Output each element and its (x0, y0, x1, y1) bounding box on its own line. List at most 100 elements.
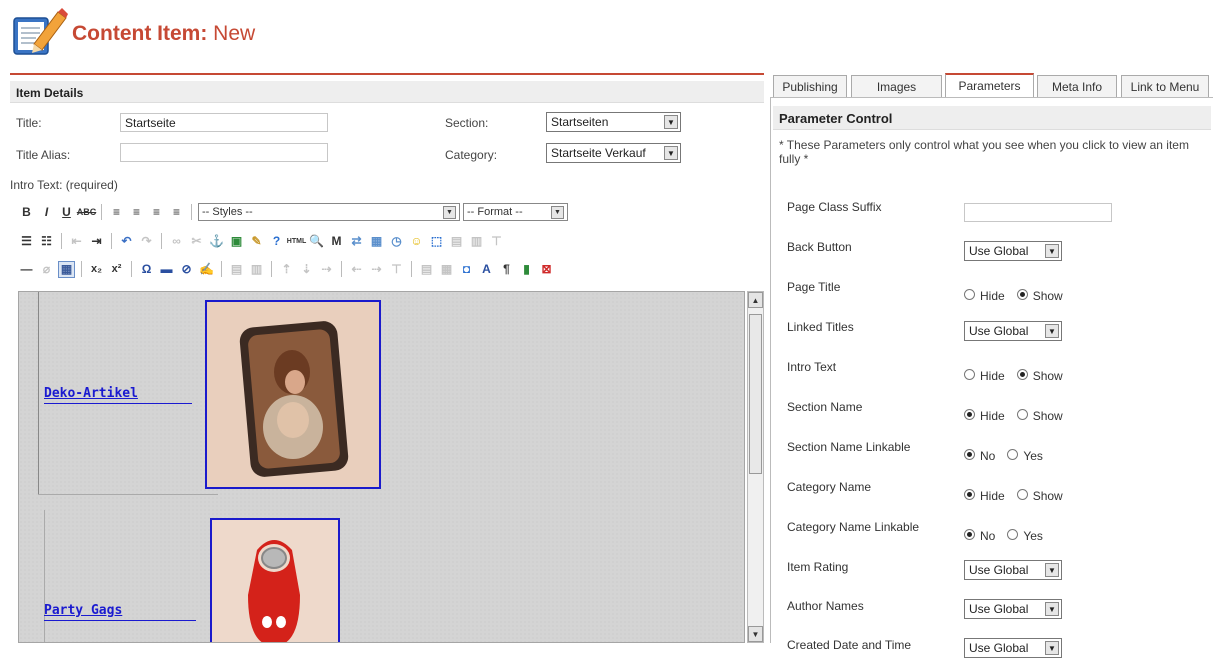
insert-row-before-icon[interactable]: ⇡ (278, 261, 295, 278)
replace-icon[interactable]: ⇄ (348, 233, 365, 250)
page-title: Content Item: New (72, 22, 256, 45)
linked-titles-select[interactable]: Use Global ▼ (964, 321, 1062, 341)
insert-col-before-icon[interactable]: ⇠ (348, 261, 365, 278)
superscript-icon[interactable]: x² (108, 261, 125, 278)
horizontal-rule-icon[interactable]: — (18, 261, 35, 278)
bold-icon[interactable]: B (18, 204, 35, 221)
category-select[interactable]: Startseite Verkauf ▼ (546, 143, 681, 163)
split-cells-icon[interactable]: ▤ (418, 261, 435, 278)
scroll-down-icon[interactable]: ▼ (748, 626, 763, 642)
item-rating-select[interactable]: Use Global ▼ (964, 560, 1062, 580)
alias-input[interactable] (120, 143, 328, 162)
author-names-select-value: Use Global (969, 602, 1029, 616)
absolute-icon[interactable]: ⊤ (488, 233, 505, 250)
section-select[interactable]: Startseiten ▼ (546, 112, 681, 132)
strikethrough-icon[interactable]: ABC (77, 204, 97, 221)
intro-text-show-radio[interactable] (1016, 368, 1028, 380)
tab-link-to-menu[interactable]: Link to Menu (1121, 75, 1209, 97)
table-cell-props-icon[interactable]: ▥ (248, 261, 265, 278)
visual-chars-icon[interactable]: ¶ (498, 261, 515, 278)
page-class-suffix-input[interactable] (964, 203, 1112, 222)
insert-layer-icon[interactable]: ▤ (448, 233, 465, 250)
cleanup-icon[interactable]: ✎ (248, 233, 265, 250)
editor-scrollbar[interactable]: ▲ ▼ (747, 291, 764, 643)
category-name-hide-radio[interactable] (964, 488, 975, 500)
media-icon[interactable]: ⬚ (428, 233, 445, 250)
insert-date-icon[interactable]: ▦ (368, 233, 385, 250)
remove-format-icon[interactable]: ⌀ (38, 261, 55, 278)
product-image-party-gags[interactable] (210, 518, 340, 642)
tab-images[interactable]: Images (851, 75, 942, 97)
divider (81, 261, 82, 277)
merge-cells-icon[interactable]: ▦ (438, 261, 455, 278)
section-name-linkable-yes-radio[interactable] (1007, 448, 1019, 460)
template-icon[interactable]: ▮ (518, 261, 535, 278)
section-name-show-radio[interactable] (1016, 408, 1028, 420)
section-name-hide-radio[interactable] (964, 408, 975, 420)
back-button-select[interactable]: Use Global ▼ (964, 241, 1062, 261)
undo-icon[interactable]: ↶ (118, 233, 135, 250)
find-icon[interactable]: M (328, 233, 345, 250)
align-justify-icon[interactable]: ≡ (168, 204, 185, 221)
emoticon-icon[interactable]: ☺ (408, 233, 425, 250)
unlink-icon[interactable]: ✂ (188, 233, 205, 250)
subscript-icon[interactable]: x₂ (88, 261, 105, 278)
html-icon[interactable]: HTML (287, 233, 306, 250)
page-title-show-radio[interactable] (1016, 288, 1028, 300)
product-link-party-gags[interactable]: Party Gags (44, 603, 122, 618)
tab-meta-info[interactable]: Meta Info (1037, 75, 1117, 97)
align-center-icon[interactable]: ≡ (128, 204, 145, 221)
flash-icon[interactable]: ⊘ (178, 261, 195, 278)
param-label-item-rating: Item Rating (787, 560, 849, 574)
tab-parameters[interactable]: Parameters (945, 73, 1034, 97)
close-editor-icon[interactable]: ⊠ (538, 261, 555, 278)
tab-publishing[interactable]: Publishing (773, 75, 847, 97)
preview-icon[interactable]: 🔍 (308, 233, 325, 250)
redo-icon[interactable]: ↷ (138, 233, 155, 250)
editor-content-area[interactable]: Deko-Artikel Party Gags (18, 291, 745, 643)
insert-row-after-icon[interactable]: ⇣ (298, 261, 315, 278)
page-title-hide-radio[interactable] (964, 288, 975, 300)
created-date-select[interactable]: Use Global ▼ (964, 638, 1062, 658)
insert-col-after-icon[interactable]: ⇢ (368, 261, 385, 278)
delete-col-icon[interactable]: ⊤ (388, 261, 405, 278)
indent-icon[interactable]: ⇥ (88, 233, 105, 250)
styles-select[interactable]: -- Styles -- ▼ (198, 203, 460, 221)
numbered-list-icon[interactable]: ☷ (38, 233, 55, 250)
category-name-linkable-yes-radio[interactable] (1007, 528, 1019, 540)
product-image-deko[interactable] (205, 300, 381, 489)
table-row-props-icon[interactable]: ▤ (228, 261, 245, 278)
align-left-icon[interactable]: ≡ (108, 204, 125, 221)
title-input[interactable] (120, 113, 328, 132)
italic-icon[interactable]: I (38, 204, 55, 221)
move-layer-icon[interactable]: ▥ (468, 233, 485, 250)
radio-label: Show (1032, 409, 1063, 423)
category-name-linkable-no-radio[interactable] (964, 528, 975, 540)
hr-insert-icon[interactable]: ▬ (158, 261, 175, 278)
underline-icon[interactable]: U (58, 204, 75, 221)
insert-time-icon[interactable]: ◷ (388, 233, 405, 250)
bullet-list-icon[interactable]: ☰ (18, 233, 35, 250)
product-link-deko[interactable]: Deko-Artikel (44, 386, 138, 401)
section-name-linkable-no-radio[interactable] (964, 448, 975, 460)
help-icon[interactable]: ? (268, 233, 285, 250)
scroll-thumb[interactable] (749, 314, 762, 474)
special-char-icon[interactable]: Ω (138, 261, 155, 278)
delete-row-icon[interactable]: ⇢ (318, 261, 335, 278)
outdent-icon[interactable]: ⇤ (68, 233, 85, 250)
author-names-select[interactable]: Use Global ▼ (964, 599, 1062, 619)
anchor-icon[interactable]: ⚓ (208, 233, 225, 250)
format-select[interactable]: -- Format -- ▼ (463, 203, 568, 221)
link-icon[interactable]: ∞ (168, 233, 185, 250)
align-right-icon[interactable]: ≡ (148, 204, 165, 221)
category-name-show-radio[interactable] (1016, 488, 1028, 500)
scroll-up-icon[interactable]: ▲ (748, 292, 763, 308)
radio-label: Hide (980, 289, 1005, 303)
divider (271, 261, 272, 277)
intro-text-hide-radio[interactable] (964, 368, 975, 380)
image-icon[interactable]: ▣ (228, 233, 245, 250)
styleprops-icon[interactable]: A (478, 261, 495, 278)
table-icon[interactable]: ▦ (58, 260, 75, 278)
fullscreen-icon[interactable]: ◘ (458, 261, 475, 278)
edit-icon[interactable]: ✍ (198, 261, 215, 278)
